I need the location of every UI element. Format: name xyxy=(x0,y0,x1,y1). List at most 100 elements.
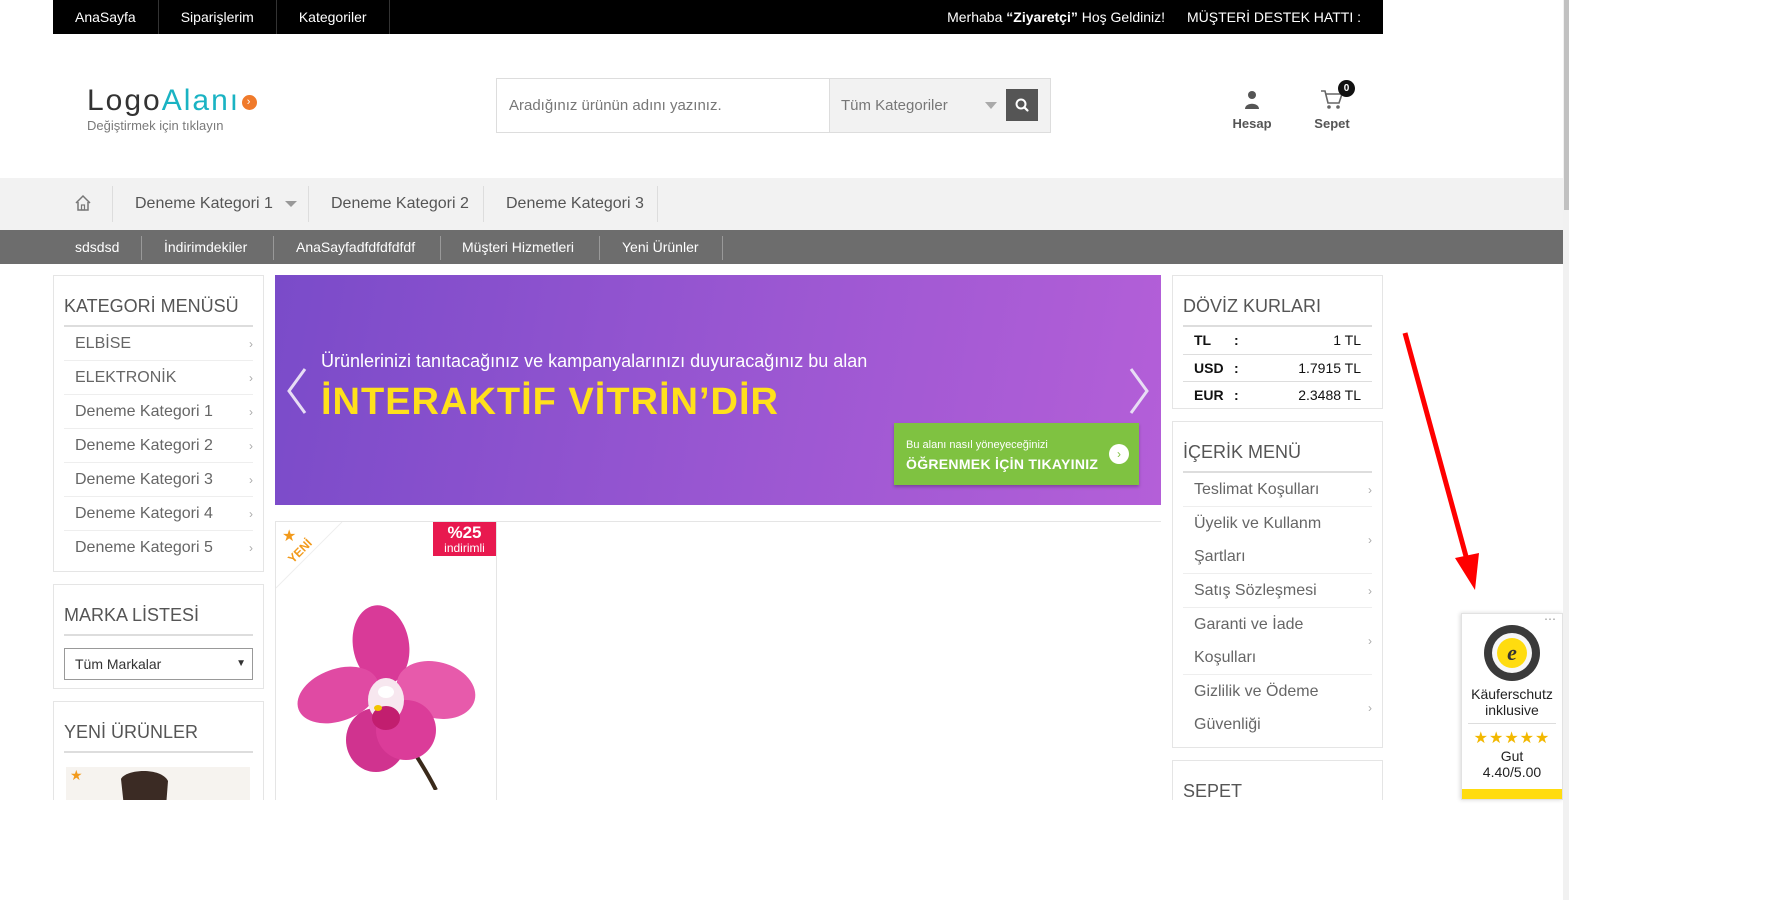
cart-box: SEPET xyxy=(1172,760,1383,800)
chevron-down-icon xyxy=(985,102,997,109)
catnav-item-2[interactable]: Deneme Kategori 2 xyxy=(331,178,469,230)
content-menu-item[interactable]: Gizlilik ve Ödeme Güvenliği › xyxy=(1183,675,1372,742)
dropdown-arrow-icon: ▼ xyxy=(236,658,246,669)
currency-title: DÖVİZ KURLARI xyxy=(1183,276,1372,327)
category-item[interactable]: ELBİSE › xyxy=(64,327,253,361)
category-item[interactable]: Deneme Kategori 3 › xyxy=(64,463,253,497)
secondary-nav: sdsdsd İndirimdekiler AnaSayfadfdfdfdfdf… xyxy=(0,230,1563,264)
new-products-box: YENİ ÜRÜNLER ★ xyxy=(53,701,264,800)
currency-table: TL : 1 TL USD : 1.7915 TL EUR : 2.3488 T… xyxy=(1183,327,1372,408)
content-menu-label: Üyelik ve Kullanm Şartları xyxy=(1194,515,1322,565)
scrollbar-thumb[interactable] xyxy=(1564,0,1569,210)
new-product-thumb[interactable]: ★ xyxy=(66,767,250,800)
catnav-item-3[interactable]: Deneme Kategori 3 xyxy=(506,178,644,230)
chevron-right-icon: › xyxy=(1368,533,1372,547)
trusted-shops-badge[interactable]: ⋯ e Käuferschutz inklusive ★★★★★ Gut 4.4… xyxy=(1461,612,1563,800)
currency-value: 1 TL xyxy=(1244,327,1372,355)
account-link[interactable]: Hesap xyxy=(1222,86,1282,131)
more-options-icon[interactable]: ⋯ xyxy=(1544,612,1557,626)
svg-text:e: e xyxy=(1507,640,1517,665)
banner-cta-button[interactable]: Bu alanı nasıl yöneyeceğinizi ÖĞRENMEK İ… xyxy=(894,423,1139,485)
secnav-item-5[interactable]: Yeni Ürünler xyxy=(622,230,699,264)
catnav-item-1[interactable]: Deneme Kategori 1 xyxy=(135,178,273,230)
product-image xyxy=(297,605,476,790)
chevron-right-icon: › xyxy=(249,405,253,419)
nav-divider xyxy=(483,186,484,222)
brand-select-value: Tüm Markalar xyxy=(75,656,162,672)
home-button[interactable] xyxy=(74,194,92,217)
nav-divider xyxy=(112,186,113,222)
category-item-label: Deneme Kategori 5 xyxy=(75,539,213,556)
currency-row: USD : 1.7915 TL xyxy=(1183,354,1372,382)
content-menu-item[interactable]: Teslimat Koşulları › xyxy=(1183,473,1372,507)
content-menu-item[interactable]: Satış Sözleşmesi › xyxy=(1183,574,1372,608)
cart-link[interactable]: 0 Sepet xyxy=(1302,80,1362,131)
top-link-orders[interactable]: Siparişlerim xyxy=(159,0,277,34)
chevron-down-icon[interactable] xyxy=(285,201,297,207)
logo-word-a: Logo xyxy=(87,84,162,117)
chevron-right-icon[interactable] xyxy=(1127,367,1151,415)
logo-subtitle: Değiştirmek için tıklayın xyxy=(87,118,224,133)
logo-word-b: Alanı xyxy=(161,84,241,117)
product-card[interactable]: ★ YENİ %25 indirimli xyxy=(275,521,497,800)
category-item-label: Deneme Kategori 2 xyxy=(75,437,213,454)
brand-select[interactable]: Tüm Markalar ▼ xyxy=(64,648,253,680)
currency-value: 2.3488 TL xyxy=(1298,386,1361,403)
arrow-right-icon: › xyxy=(1109,444,1129,464)
currency-sep: : xyxy=(1233,354,1245,382)
top-link-home[interactable]: AnaSayfa xyxy=(53,0,159,34)
discount-badge: %25 indirimli xyxy=(433,522,496,556)
top-bar: AnaSayfa Siparişlerim Kategoriler Merhab… xyxy=(53,0,1383,34)
greeting-pre: Merhaba xyxy=(947,9,1007,25)
nav-divider xyxy=(273,236,274,260)
category-item[interactable]: ELEKTRONİK › xyxy=(64,361,253,395)
cta-big-text: ÖĞRENMEK İÇİN TIKAYINIZ xyxy=(906,456,1099,472)
secnav-item-4[interactable]: Müşteri Hizmetleri xyxy=(462,230,574,264)
category-item-label: Deneme Kategori 1 xyxy=(75,403,213,420)
currency-sep: : xyxy=(1233,327,1245,355)
rating-value: 4.40/5.00 xyxy=(1482,764,1542,780)
search-button[interactable] xyxy=(1006,89,1038,121)
chevron-right-icon: › xyxy=(249,541,253,555)
category-item[interactable]: Deneme Kategori 1 › xyxy=(64,395,253,429)
discount-percent: %25 xyxy=(447,523,482,542)
search-category-value: Tüm Kategoriler xyxy=(841,97,948,114)
nav-divider xyxy=(599,236,600,260)
chevron-right-icon: › xyxy=(1368,634,1372,648)
chevron-right-icon: › xyxy=(249,507,253,521)
currency-code: EUR xyxy=(1194,386,1224,403)
star-icon: ★ xyxy=(70,767,83,783)
category-item[interactable]: Deneme Kategori 5 › xyxy=(64,531,253,565)
content-menu-box: İÇERİK MENÜ Teslimat Koşulları › Üyelik v… xyxy=(1172,421,1383,748)
secnav-item-1[interactable]: sdsdsd xyxy=(75,230,119,264)
currency-code: USD xyxy=(1183,354,1233,382)
category-item-label: ELBİSE xyxy=(75,335,132,352)
site-logo[interactable]: LogoAlanı › Değiştirmek için tıklayın xyxy=(87,86,277,136)
badge-divider xyxy=(1468,723,1556,724)
currency-sep: : xyxy=(1234,386,1239,403)
greeting-user: “Ziyaretçi” xyxy=(1006,9,1078,25)
category-item[interactable]: Deneme Kategori 4 › xyxy=(64,497,253,531)
secnav-item-3[interactable]: AnaSayfadfdfdfdfdf xyxy=(296,230,415,264)
chevron-left-icon[interactable] xyxy=(285,367,309,415)
chevron-right-icon: › xyxy=(249,473,253,487)
nav-divider xyxy=(308,186,309,222)
logo-word: LogoAlanı › xyxy=(87,86,277,116)
content-menu-label: Teslimat Koşulları xyxy=(1194,481,1320,498)
content-menu-item[interactable]: Garanti ve İade Koşulları › xyxy=(1183,608,1372,675)
category-menu-box: KATEGORİ MENÜSÜ ELBİSE › ELEKTRONİK › Dene… xyxy=(53,275,264,572)
greeting-post: Hoş Geldiniz! xyxy=(1077,9,1166,25)
top-link-categories[interactable]: Kategoriler xyxy=(277,0,390,34)
nav-divider xyxy=(722,236,723,260)
secnav-item-2[interactable]: İndirimdekiler xyxy=(164,230,247,264)
chevron-right-icon: › xyxy=(249,371,253,385)
category-item[interactable]: Deneme Kategori 2 › xyxy=(64,429,253,463)
chevron-right-icon: › xyxy=(1368,584,1372,598)
currency-value: 1.7915 TL xyxy=(1244,354,1372,382)
cart-label: Sepet xyxy=(1314,116,1350,131)
content-menu-item[interactable]: Üyelik ve Kullanm Şartları › xyxy=(1183,507,1372,574)
search-input[interactable] xyxy=(497,79,829,132)
category-nav: Deneme Kategori 1 Deneme Kategori 2 Dene… xyxy=(0,178,1563,230)
hero-banner[interactable]: Ürünlerinizi tanıtacağınız ve kampanyala… xyxy=(275,275,1161,505)
home-icon xyxy=(75,194,91,211)
